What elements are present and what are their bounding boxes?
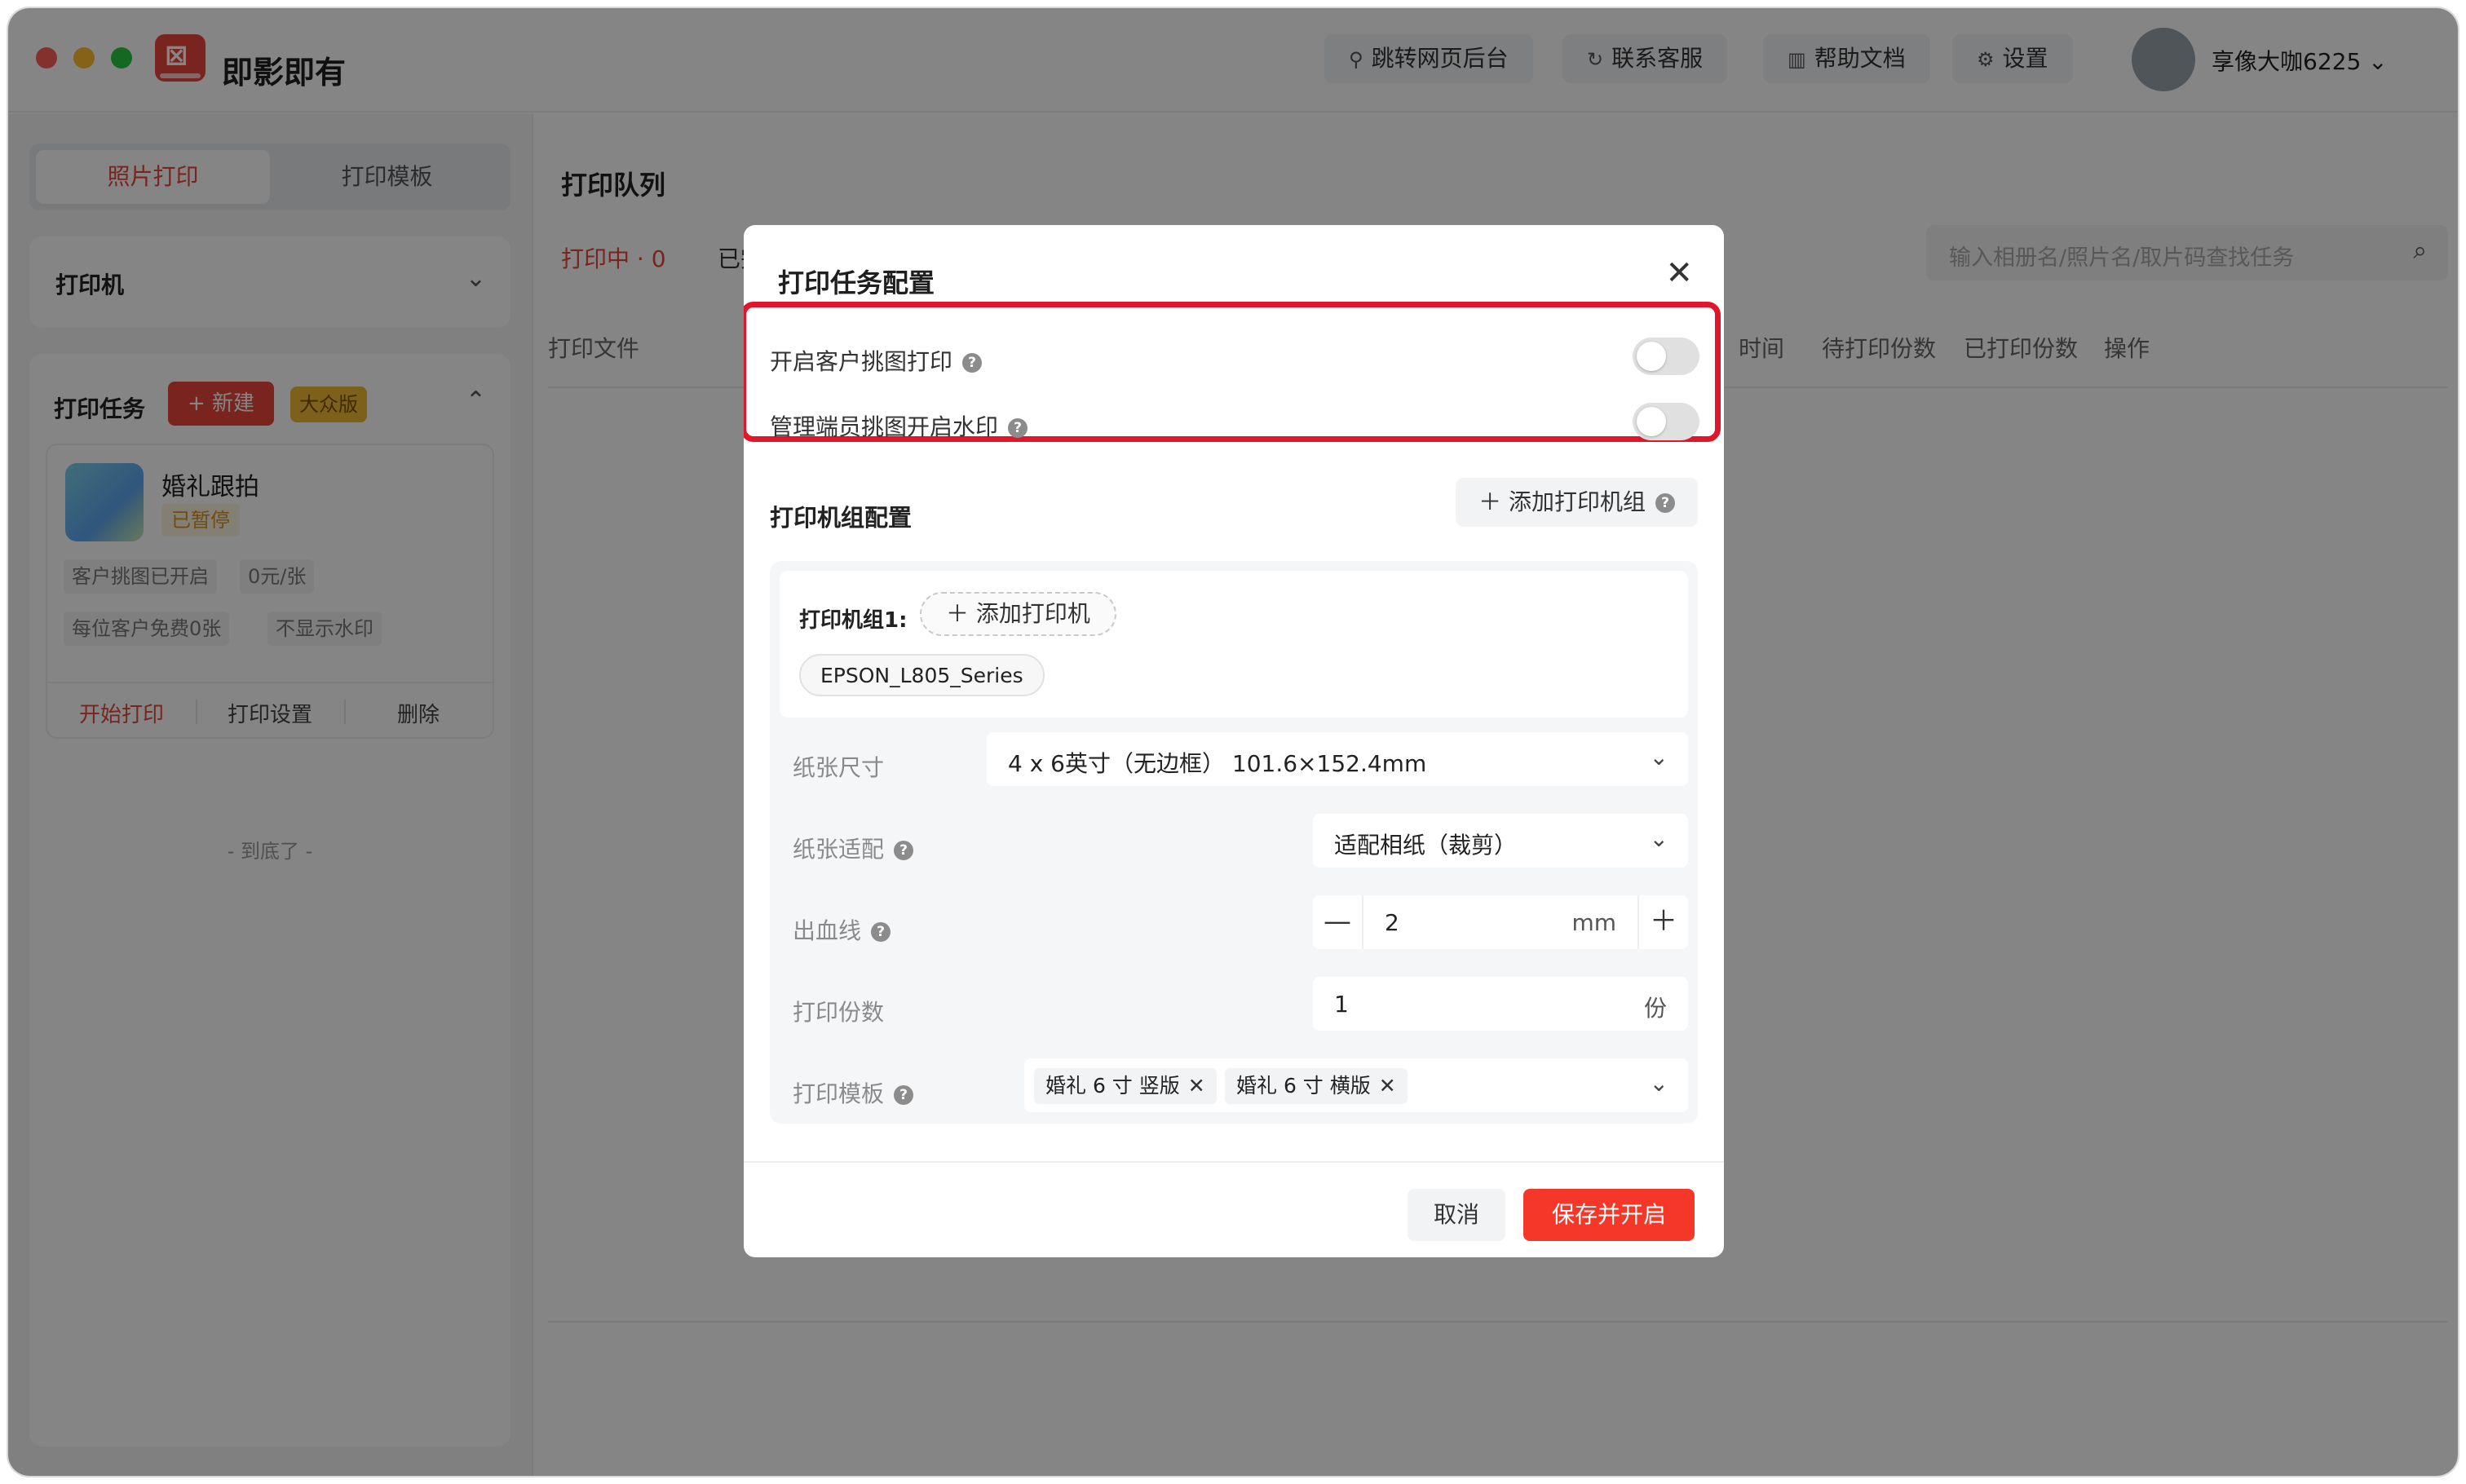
- paper-size-value: 4 x 6英寸（无边框） 101.6×152.4mm: [1008, 750, 1427, 777]
- add-printer-group-button[interactable]: ＋ 添加打印机组?: [1456, 478, 1698, 527]
- template-multiselect[interactable]: 婚礼 6 寸 竖版 ✕ 婚礼 6 寸 横版 ✕ ⌄: [1024, 1058, 1688, 1112]
- copies-value: 1: [1334, 991, 1349, 1018]
- printer-group-section-title: 打印机组配置: [770, 504, 913, 532]
- help-icon[interactable]: ?: [1008, 418, 1028, 438]
- switch-row-admin-watermark: 管理端员挑图开启水印?: [770, 400, 1699, 448]
- template-tag: 婚礼 6 寸 横版 ✕: [1225, 1068, 1408, 1104]
- toggle-knob: [1637, 407, 1666, 436]
- template-tag-label: 婚礼 6 寸 横版: [1236, 1074, 1371, 1098]
- template-label: 打印模板?: [793, 1076, 914, 1109]
- close-icon[interactable]: ✕: [1188, 1074, 1205, 1098]
- template-tag-label: 婚礼 6 寸 竖版: [1045, 1074, 1180, 1098]
- toggle-knob: [1637, 342, 1666, 371]
- save-and-enable-button[interactable]: 保存并开启: [1523, 1189, 1695, 1241]
- bleed-value[interactable]: 2: [1385, 909, 1399, 936]
- paper-size-label: 纸张尺寸: [793, 754, 885, 781]
- increment-button[interactable]: ＋: [1637, 895, 1688, 949]
- copies-input[interactable]: 1 份: [1313, 977, 1688, 1031]
- customer-pick-toggle[interactable]: [1633, 338, 1699, 375]
- switch-label: 开启客户挑图打印?: [770, 344, 983, 377]
- decrement-button[interactable]: —: [1313, 895, 1363, 949]
- printer-chip[interactable]: EPSON_L805_Series: [799, 654, 1045, 696]
- cancel-button[interactable]: 取消: [1408, 1189, 1505, 1241]
- switch-label: 管理端员挑图开启水印?: [770, 409, 1028, 442]
- help-icon[interactable]: ?: [894, 841, 914, 860]
- paper-fit-label: 纸张适配?: [793, 832, 914, 864]
- chevron-down-icon: ⌄: [1649, 825, 1668, 852]
- switch-label-text: 开启客户挑图打印: [770, 348, 953, 375]
- printer-group-card: 打印机组1: ＋ 添加打印机 EPSON_L805_Series: [780, 571, 1688, 718]
- paper-fit-label-text: 纸张适配: [793, 836, 885, 863]
- bleed-label: 出血线?: [793, 913, 891, 946]
- help-icon[interactable]: ?: [1655, 493, 1675, 513]
- printer-group-panel: 打印机组1: ＋ 添加打印机 EPSON_L805_Series 纸张尺寸 4 …: [770, 561, 1698, 1124]
- bleed-unit: mm: [1571, 909, 1616, 936]
- chevron-down-icon: ⌄: [1649, 744, 1668, 771]
- copies-unit: 份: [1643, 995, 1667, 1022]
- help-icon[interactable]: ?: [894, 1085, 914, 1105]
- paper-size-select[interactable]: 4 x 6英寸（无边框） 101.6×152.4mm ⌄: [987, 732, 1688, 786]
- bleed-stepper: — 2 mm ＋: [1313, 895, 1688, 949]
- help-icon[interactable]: ?: [962, 353, 983, 373]
- chevron-down-icon: ⌄: [1649, 1070, 1668, 1097]
- divider: [744, 1161, 1724, 1163]
- paper-fit-value: 适配相纸（裁剪）: [1334, 832, 1518, 859]
- switch-row-customer-pick: 开启客户挑图打印?: [770, 334, 1699, 383]
- app-window: ⊠ 即影即有 ⚲ 跳转网页后台 ↻ 联系客服 ▥ 帮助文档 ⚙ 设置 享像大咖6225 …: [8, 8, 2458, 1476]
- copies-label: 打印份数: [793, 999, 885, 1026]
- close-icon[interactable]: ✕: [1665, 254, 1693, 292]
- close-icon[interactable]: ✕: [1379, 1074, 1396, 1098]
- template-label-text: 打印模板: [793, 1080, 885, 1107]
- switch-label-text: 管理端员挑图开启水印: [770, 413, 999, 440]
- print-task-config-dialog: 打印任务配置 ✕ 开启客户挑图打印? 管理端员挑图开启水印? 打印机组配置 ＋ …: [744, 225, 1724, 1257]
- admin-watermark-toggle[interactable]: [1633, 403, 1699, 440]
- dialog-title: 打印任务配置: [778, 267, 935, 298]
- printer-group-label: 打印机组1:: [799, 608, 908, 633]
- add-printer-group-label: ＋ 添加打印机组: [1478, 488, 1646, 515]
- template-tag: 婚礼 6 寸 竖版 ✕: [1034, 1068, 1217, 1104]
- paper-fit-select[interactable]: 适配相纸（裁剪） ⌄: [1313, 814, 1688, 868]
- add-printer-button[interactable]: ＋ 添加打印机: [920, 592, 1116, 636]
- help-icon[interactable]: ?: [871, 922, 891, 942]
- bleed-label-text: 出血线: [793, 917, 862, 944]
